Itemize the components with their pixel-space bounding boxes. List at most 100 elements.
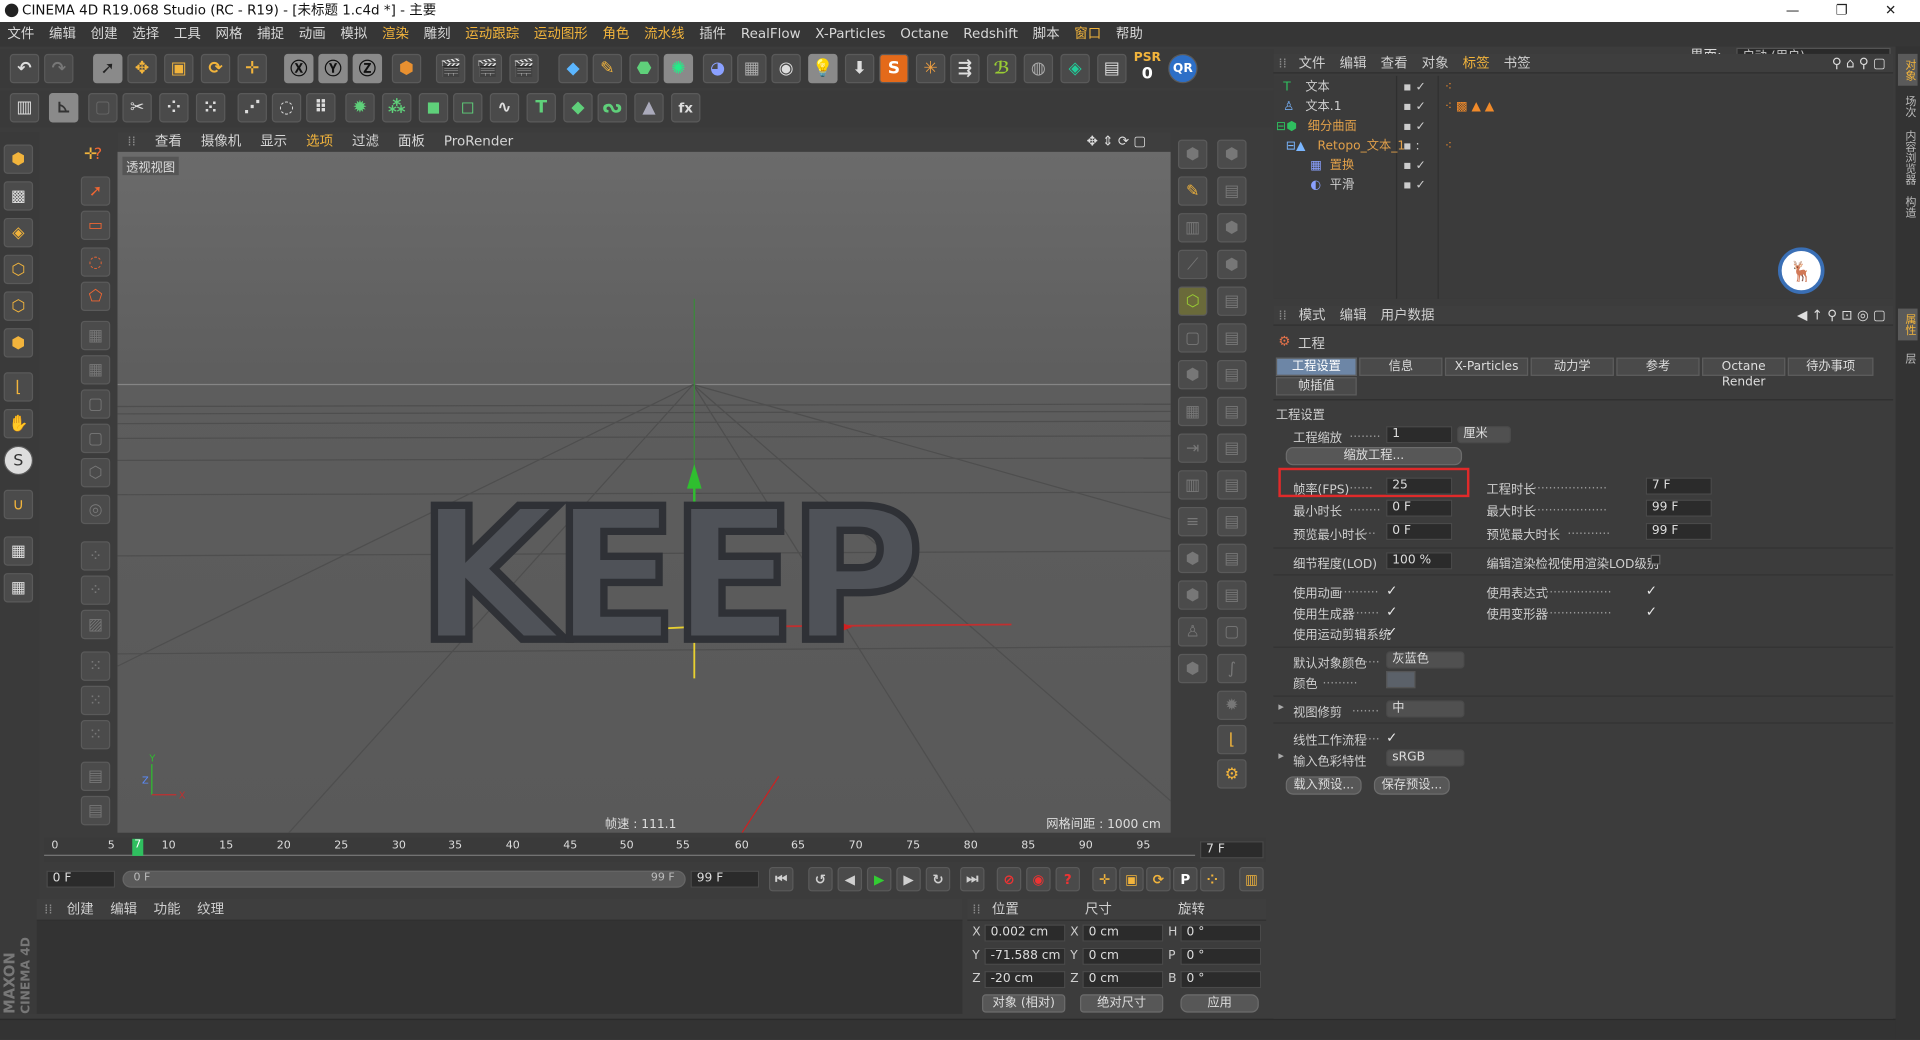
disabled-tool-10-icon[interactable]: ⁙ xyxy=(80,651,111,681)
transform-icon[interactable]: ✛ xyxy=(237,53,267,84)
material-menu-texture[interactable]: 纹理 xyxy=(197,901,224,917)
polygons-mode-icon[interactable]: ⬢ xyxy=(3,328,34,358)
menu-help[interactable]: 帮助 xyxy=(1109,22,1151,46)
menu-octane[interactable]: Octane xyxy=(893,22,956,46)
pos-y-field[interactable]: -71.588 cm xyxy=(984,947,1066,965)
palette-bars2-icon[interactable]: ▥ xyxy=(1177,470,1208,500)
palette-gear-icon[interactable]: ✹ xyxy=(1217,690,1247,721)
menu-render[interactable]: 渲染 xyxy=(375,22,417,46)
picture-viewer-icon[interactable]: ▤ xyxy=(1097,53,1127,84)
view-clipping-dropdown[interactable]: 中 xyxy=(1386,700,1465,718)
save-preset-button[interactable]: 保存预设... xyxy=(1373,776,1450,795)
use-motion-system-checkbox[interactable]: ✓ xyxy=(1386,626,1398,639)
palette-hex-icon[interactable]: ⬡ xyxy=(1177,286,1208,316)
material-area[interactable] xyxy=(36,920,963,1014)
end-frame-field[interactable]: 99 F xyxy=(690,870,760,888)
palette-settings-icon[interactable]: ⚙ xyxy=(1217,759,1247,789)
play-icon[interactable]: ▶ xyxy=(866,866,892,892)
redo-icon[interactable]: ↷ xyxy=(44,53,74,84)
mograph-spline-icon[interactable]: ᔓ xyxy=(597,93,627,123)
palette-figure-icon[interactable]: ♙ xyxy=(1177,617,1208,647)
key-rotation-icon[interactable]: ⟳ xyxy=(1146,866,1171,892)
prev-key-icon[interactable]: ↺ xyxy=(808,866,833,892)
disabled-tool-3-icon[interactable]: ▢ xyxy=(80,389,111,419)
layout-icon[interactable]: ▥ xyxy=(9,93,40,123)
sphere-icon[interactable]: ◍ xyxy=(1023,53,1054,84)
palette-arrow-icon[interactable]: ⇥ xyxy=(1177,433,1208,463)
load-preset-button[interactable]: 载入预设... xyxy=(1285,776,1362,795)
palette-axis-icon[interactable]: ⌊ xyxy=(1217,724,1247,755)
viewport-menu-prorender[interactable]: ProRender xyxy=(444,133,513,149)
tab-interpolation[interactable]: 帧插值 xyxy=(1275,377,1357,396)
tab-octane-render[interactable]: Octane Render xyxy=(1702,357,1786,389)
menu-script[interactable]: 脚本 xyxy=(1025,22,1067,46)
menu-pipeline[interactable]: 流水线 xyxy=(637,22,692,46)
size-x-field[interactable]: 0 cm xyxy=(1082,924,1164,942)
tab-dynamics[interactable]: 动力学 xyxy=(1530,357,1614,376)
menu-select[interactable]: 选择 xyxy=(125,22,167,46)
palette-layers6-icon[interactable]: ▤ xyxy=(1217,470,1247,500)
om-menu-objects[interactable]: 对象 xyxy=(1422,55,1449,71)
mograph-matrix-icon[interactable]: ◆ xyxy=(563,93,593,123)
tweak-mode-icon[interactable]: ✋ xyxy=(3,408,34,439)
side-tab-layers[interactable]: 层 xyxy=(1898,345,1918,369)
palette-pen-icon[interactable]: ✎ xyxy=(1177,176,1208,206)
selection-arrow-icon[interactable]: ➚ xyxy=(80,176,111,206)
apply-button[interactable]: 应用 xyxy=(1180,994,1259,1013)
scale-field[interactable]: 1 xyxy=(1386,426,1453,444)
input-color-expand-icon[interactable]: ▸ xyxy=(1278,751,1284,763)
palette-cube4-icon[interactable]: ⬢ xyxy=(1217,249,1247,280)
size-z-field[interactable]: 0 cm xyxy=(1082,971,1164,989)
render-picture-viewer-icon[interactable]: 🎬 xyxy=(472,53,503,84)
visibility-icon[interactable]: ▪ ✓ xyxy=(1403,118,1425,138)
fps-field[interactable]: 25 xyxy=(1386,477,1453,495)
tab-todo[interactable]: 待办事项 xyxy=(1787,357,1874,376)
palette-layers3-icon[interactable]: ▤ xyxy=(1217,360,1247,390)
max-time-field[interactable]: 99 F xyxy=(1645,499,1712,517)
go-to-end-icon[interactable]: ⏭ xyxy=(960,866,985,892)
disabled-tool-8-icon[interactable]: ⁘ xyxy=(80,575,111,605)
pos-x-field[interactable]: 0.002 cm xyxy=(984,924,1066,942)
visibility-icon[interactable]: ▪ ✓ xyxy=(1403,98,1425,118)
tab-xparticles[interactable]: X-Particles xyxy=(1444,357,1529,376)
palette-cube5-icon[interactable]: ⬢ xyxy=(1177,360,1208,390)
om-menu-bookmarks[interactable]: 书签 xyxy=(1504,55,1531,71)
side-tab-takes[interactable]: 场次 xyxy=(1898,91,1918,123)
viewport-menu-view[interactable]: 查看 xyxy=(155,133,182,149)
pen-spline-icon[interactable]: ✎ xyxy=(592,53,623,84)
viewport-menu-options[interactable]: 选项 xyxy=(306,133,333,149)
render-view-icon[interactable]: 🎬 xyxy=(435,53,466,84)
next-key-icon[interactable]: ↻ xyxy=(925,866,951,892)
make-editable-icon[interactable]: ⬢ xyxy=(3,144,34,174)
palette-curve-icon[interactable]: ∫ xyxy=(1217,653,1247,684)
viewport-menu-camera[interactable]: 摄像机 xyxy=(201,133,241,149)
am-menu-edit[interactable]: 编辑 xyxy=(1340,307,1367,323)
axis-z-lock-icon[interactable]: Ⓩ xyxy=(352,53,383,84)
workplane-icon[interactable]: ◈ xyxy=(3,217,34,248)
side-tab-structure[interactable]: 构造 xyxy=(1898,191,1918,223)
clip-expand-icon[interactable]: ▸ xyxy=(1278,702,1284,714)
mograph-text-icon[interactable]: T xyxy=(526,93,556,123)
menu-realflow[interactable]: RealFlow xyxy=(733,22,807,46)
use-generators-checkbox[interactable]: ✓ xyxy=(1386,605,1398,618)
select-arrow-icon[interactable]: ➚ xyxy=(93,53,123,84)
model-mode-icon[interactable]: ⊾ xyxy=(48,93,79,123)
tab-info[interactable]: 信息 xyxy=(1359,357,1443,376)
viewport-menu-panel[interactable]: 面板 xyxy=(398,133,425,149)
length-field[interactable]: 7 F xyxy=(1645,477,1712,495)
preview-min-field[interactable]: 0 F xyxy=(1386,522,1453,541)
material-menu-function[interactable]: 功能 xyxy=(154,901,181,917)
disabled-tool-7-icon[interactable]: ⁘ xyxy=(80,541,111,571)
material-menu-create[interactable]: 创建 xyxy=(67,901,94,917)
close-button[interactable]: ✕ xyxy=(1866,0,1915,22)
object-row[interactable]: ▦ 置换 ▪ ✓ xyxy=(1273,157,1897,177)
disabled-tool-4-icon[interactable]: ▢ xyxy=(80,423,111,454)
menu-simulate[interactable]: 模拟 xyxy=(333,22,375,46)
tag-icon[interactable]: ⁖ xyxy=(1445,78,1452,98)
help-icon[interactable]: ? xyxy=(83,140,112,169)
lock-workplane-icon[interactable]: ▦ xyxy=(3,573,34,603)
effector-icon[interactable]: ▲ xyxy=(634,93,664,123)
viewport-menu-display[interactable]: 显示 xyxy=(260,133,287,149)
om-search-icon[interactable]: ⚲ ⌂ ⚲ ▢ xyxy=(1832,54,1886,74)
menu-sculpt[interactable]: 雕刻 xyxy=(416,22,458,46)
